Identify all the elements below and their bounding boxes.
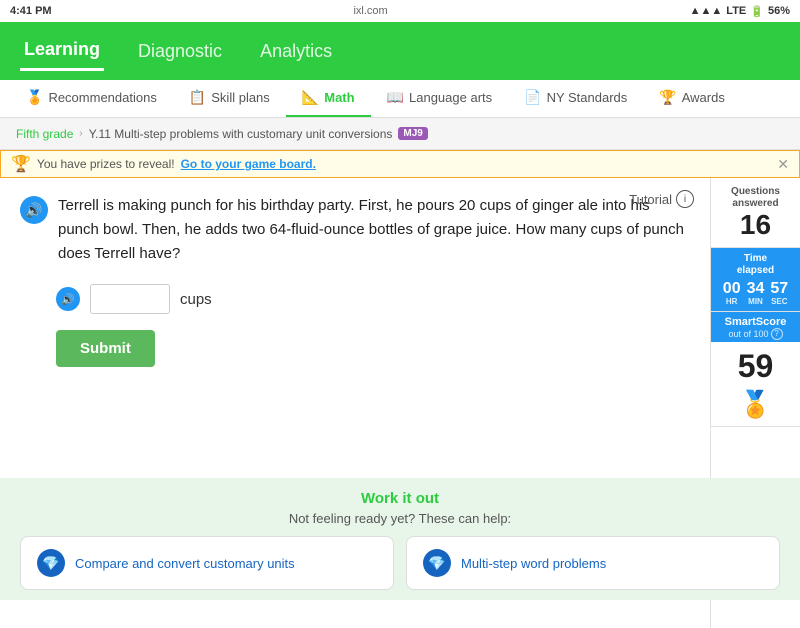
- time-sec-label: SEC: [770, 297, 788, 306]
- smart-score-value: 59: [711, 342, 800, 389]
- sound-button-small[interactable]: 🔊: [56, 287, 80, 311]
- tutorial-label: Tutorial: [629, 192, 672, 207]
- multi-step-label: Multi-step word problems: [461, 556, 606, 571]
- prize-banner: 🏆 You have prizes to reveal! Go to your …: [0, 150, 800, 178]
- status-bar: 4:41 PM ixl.com ▲▲▲ LTE 🔋 56%: [0, 0, 800, 22]
- tab-bar: 🏅 Recommendations 📋 Skill plans 📐 Math 📖…: [0, 80, 800, 118]
- prize-link[interactable]: Go to your game board.: [181, 157, 316, 171]
- work-it-out-subtitle: Not feeling ready yet? These can help:: [20, 511, 780, 526]
- recommendations-icon: 🏅: [26, 89, 43, 106]
- prize-text: You have prizes to reveal!: [37, 157, 175, 171]
- time-min-value: 34: [747, 281, 765, 297]
- time-elapsed-label2: elapsed: [715, 265, 796, 277]
- tab-recommendations[interactable]: 🏅 Recommendations: [10, 80, 173, 117]
- time-minutes: 34 MIN: [747, 281, 765, 306]
- math-icon: 📐: [302, 89, 319, 106]
- time-elapsed-label1: Time: [715, 253, 796, 265]
- questions-answered-value: 16: [717, 210, 794, 241]
- skill-plans-icon: 📋: [189, 89, 206, 106]
- tutorial-info-icon: i: [676, 190, 694, 208]
- smart-score-sub: out of 100 ?: [715, 328, 796, 340]
- nav-item-learning[interactable]: Learning: [20, 31, 104, 71]
- awards-icon: 🏆: [659, 89, 676, 106]
- work-it-out-title: Work it out: [20, 490, 780, 507]
- tab-awards[interactable]: 🏆 Awards: [643, 80, 741, 117]
- breadcrumb-skill: Y.11 Multi-step problems with customary …: [89, 127, 393, 141]
- time-digits: 00 HR 34 MIN 57 SEC: [715, 277, 796, 306]
- tab-math[interactable]: 📐 Math: [286, 80, 371, 117]
- prize-trophy-icon: 🏆: [11, 154, 31, 174]
- help-cards: 💎 Compare and convert customary units 💎 …: [20, 536, 780, 590]
- smart-score-header: SmartScore out of 100 ?: [711, 312, 800, 342]
- tab-language-arts[interactable]: 📖 Language arts: [371, 80, 509, 117]
- lte-label: LTE: [726, 5, 746, 17]
- compare-convert-icon: 💎: [37, 549, 65, 577]
- questions-answered-box: Questions answered 16: [711, 178, 800, 248]
- breadcrumb-grade[interactable]: Fifth grade: [16, 127, 73, 141]
- breadcrumb-badge: MJ9: [398, 127, 427, 140]
- battery-icon: 🔋: [750, 5, 764, 18]
- help-card-compare-convert[interactable]: 💎 Compare and convert customary units: [20, 536, 394, 590]
- time-min-label: MIN: [747, 297, 765, 306]
- unit-label: cups: [180, 291, 212, 308]
- bottom-section: Work it out Not feeling ready yet? These…: [0, 478, 800, 600]
- breadcrumb: Fifth grade › Y.11 Multi-step problems w…: [16, 127, 428, 141]
- time-sec-value: 57: [770, 281, 788, 297]
- status-right: ▲▲▲ LTE 🔋 56%: [690, 5, 790, 18]
- nav-bar: Learning Diagnostic Analytics: [0, 22, 800, 80]
- time-hr-label: HR: [723, 297, 741, 306]
- question-body: Terrell is making punch for his birthday…: [58, 194, 690, 266]
- tab-skill-plans[interactable]: 📋 Skill plans: [173, 80, 286, 117]
- multi-step-icon: 💎: [423, 549, 451, 577]
- ny-standards-icon: 📄: [524, 89, 541, 106]
- tab-ny-standards[interactable]: 📄 NY Standards: [508, 80, 643, 117]
- smart-score-box: SmartScore out of 100 ? 59 🏅: [711, 312, 800, 427]
- status-time: 4:41 PM: [10, 5, 52, 17]
- compare-convert-label: Compare and convert customary units: [75, 556, 295, 571]
- battery-pct: 56%: [768, 5, 790, 17]
- nav-item-diagnostic[interactable]: Diagnostic: [134, 33, 226, 70]
- nav-item-analytics[interactable]: Analytics: [256, 33, 336, 70]
- language-arts-icon: 📖: [387, 89, 404, 106]
- smart-score-title: SmartScore: [715, 316, 796, 328]
- breadcrumb-bar: Fifth grade › Y.11 Multi-step problems w…: [0, 118, 800, 150]
- help-card-multi-step[interactable]: 💎 Multi-step word problems: [406, 536, 780, 590]
- questions-answered-label1: Questions: [717, 186, 794, 198]
- status-url: ixl.com: [353, 5, 387, 17]
- answer-row: 🔊 cups: [56, 284, 690, 314]
- question-text-block: 🔊 Terrell is making punch for his birthd…: [20, 194, 690, 266]
- smart-score-info-icon[interactable]: ?: [771, 328, 783, 340]
- tutorial-link[interactable]: Tutorial i: [629, 190, 694, 208]
- breadcrumb-arrow: ›: [79, 128, 82, 139]
- time-hr-value: 00: [723, 281, 741, 297]
- time-seconds: 57 SEC: [770, 281, 788, 306]
- prize-close-icon[interactable]: ✕: [777, 156, 789, 173]
- sound-button-large[interactable]: 🔊: [20, 196, 48, 224]
- time-hours: 00 HR: [723, 281, 741, 306]
- answer-input[interactable]: [90, 284, 170, 314]
- time-elapsed-box: Time elapsed 00 HR 34 MIN 57 SEC: [711, 248, 800, 312]
- signal-icon: ▲▲▲: [690, 5, 723, 17]
- medal-icon: 🏅: [711, 389, 800, 426]
- submit-button[interactable]: Submit: [56, 330, 155, 367]
